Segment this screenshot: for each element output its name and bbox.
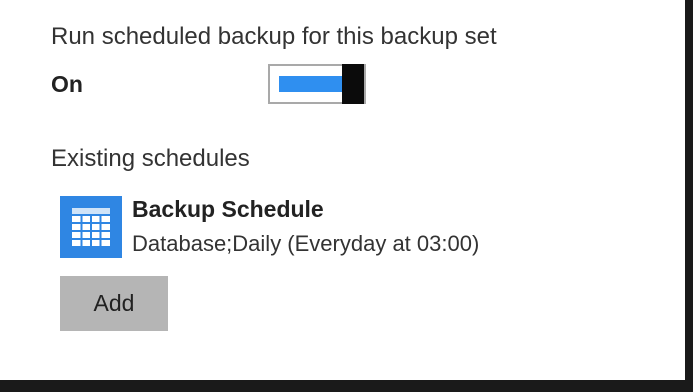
schedule-status-label: On — [51, 71, 83, 97]
schedule-detail: Database;Daily (Everyday at 03:00) — [132, 231, 480, 256]
schedule-list-item[interactable]: Backup Schedule Database;Daily (Everyday… — [60, 192, 620, 262]
add-schedule-button[interactable]: Add — [60, 276, 168, 331]
toggle-thumb[interactable] — [342, 64, 364, 104]
existing-schedules-heading: Existing schedules — [51, 145, 250, 172]
run-scheduled-backup-label: Run scheduled backup for this backup set — [51, 23, 497, 50]
backup-schedule-panel: Run scheduled backup for this backup set… — [0, 0, 693, 392]
scheduled-backup-toggle[interactable] — [268, 64, 366, 104]
toggle-track — [279, 76, 345, 92]
schedule-name: Backup Schedule — [132, 196, 324, 222]
calendar-icon — [60, 196, 122, 258]
